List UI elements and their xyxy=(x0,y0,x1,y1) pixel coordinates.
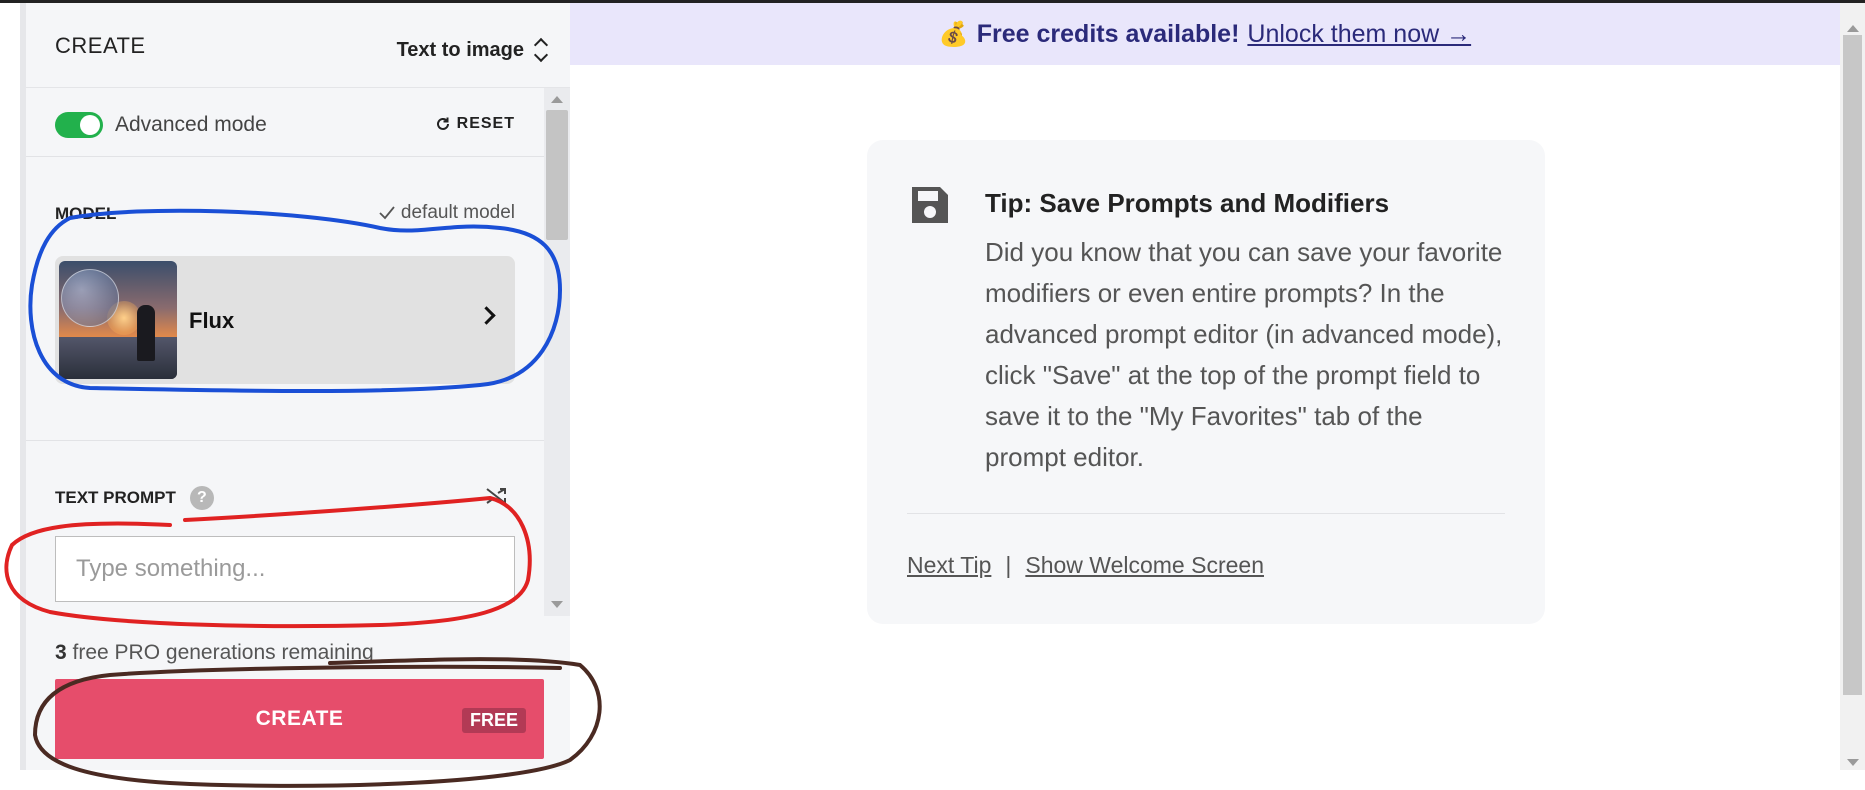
text-prompt-label: TEXT PROMPT xyxy=(55,488,176,507)
link-separator: | xyxy=(1005,552,1012,578)
create-button[interactable]: CREATE FREE xyxy=(55,679,544,759)
free-credits-banner: 💰 Free credits available! Unlock them no… xyxy=(570,3,1840,65)
toggle-knob xyxy=(80,115,100,135)
divider xyxy=(26,156,544,157)
show-welcome-link[interactable]: Show Welcome Screen xyxy=(1025,552,1264,579)
sidebar-scrollbar[interactable] xyxy=(544,88,570,616)
help-icon[interactable]: ? xyxy=(189,486,214,510)
sidebar-title: CREATE xyxy=(55,33,146,58)
default-model-label: default model xyxy=(400,202,515,223)
checkmark-icon xyxy=(379,206,395,220)
divider xyxy=(907,513,1505,514)
banner-text: Free credits available! xyxy=(976,19,1240,48)
scroll-down-arrow-icon[interactable] xyxy=(1847,759,1859,766)
scroll-up-arrow-icon[interactable] xyxy=(551,96,563,103)
advanced-mode-row: Advanced mode RESET xyxy=(55,110,515,140)
scrollbar-thumb[interactable] xyxy=(546,110,568,240)
scroll-up-arrow-icon[interactable] xyxy=(1847,25,1859,32)
tip-links: Next Tip | Show Welcome Screen xyxy=(907,552,1264,579)
generations-count: 3 xyxy=(55,641,67,664)
model-name: Flux xyxy=(189,308,235,333)
generations-remaining: 3 free PRO generations remaining xyxy=(55,641,374,665)
scroll-down-arrow-icon[interactable] xyxy=(551,601,563,608)
advanced-mode-label: Advanced mode xyxy=(115,113,267,136)
moneybag-icon: 💰 xyxy=(938,20,969,48)
reset-button[interactable]: RESET xyxy=(435,115,515,133)
floppy-disk-icon xyxy=(912,187,948,223)
refresh-icon xyxy=(436,117,449,130)
mode-selector-label: Text to image xyxy=(396,38,524,61)
chevron-right-icon xyxy=(477,306,496,325)
text-prompt-input[interactable] xyxy=(55,536,515,602)
default-model-indicator: default model xyxy=(379,202,515,224)
tip-title: Tip: Save Prompts and Modifiers xyxy=(985,188,1390,218)
model-section-label: MODEL xyxy=(55,204,117,223)
generations-text: free PRO generations remaining xyxy=(72,641,374,664)
divider xyxy=(26,440,544,441)
tip-card: Tip: Save Prompts and Modifiers Did you … xyxy=(867,140,1545,624)
model-thumbnail xyxy=(59,261,177,379)
advanced-mode-toggle[interactable] xyxy=(55,112,103,138)
page-scrollbar[interactable] xyxy=(1840,3,1865,770)
create-sidebar: CREATE Text to image Advanced mode RESET… xyxy=(20,3,570,770)
sidebar-scroll-content: Advanced mode RESET MODEL default model xyxy=(26,88,544,616)
sidebar-header: CREATE Text to image xyxy=(26,3,570,88)
text-prompt-label-row: TEXT PROMPT ? xyxy=(55,486,214,510)
reset-label: RESET xyxy=(456,115,515,132)
free-badge: FREE xyxy=(461,708,526,733)
model-selector-card[interactable]: Flux xyxy=(55,256,515,384)
unlock-credits-link[interactable]: Unlock them now → xyxy=(1247,20,1471,49)
shuffle-icon[interactable] xyxy=(484,484,508,508)
updown-chevron-icon xyxy=(534,35,548,65)
mode-selector[interactable]: Text to image xyxy=(397,35,548,65)
tip-body: Did you know that you can save your favo… xyxy=(985,237,1503,472)
scrollbar-thumb[interactable] xyxy=(1843,35,1862,695)
next-tip-link[interactable]: Next Tip xyxy=(907,552,991,579)
